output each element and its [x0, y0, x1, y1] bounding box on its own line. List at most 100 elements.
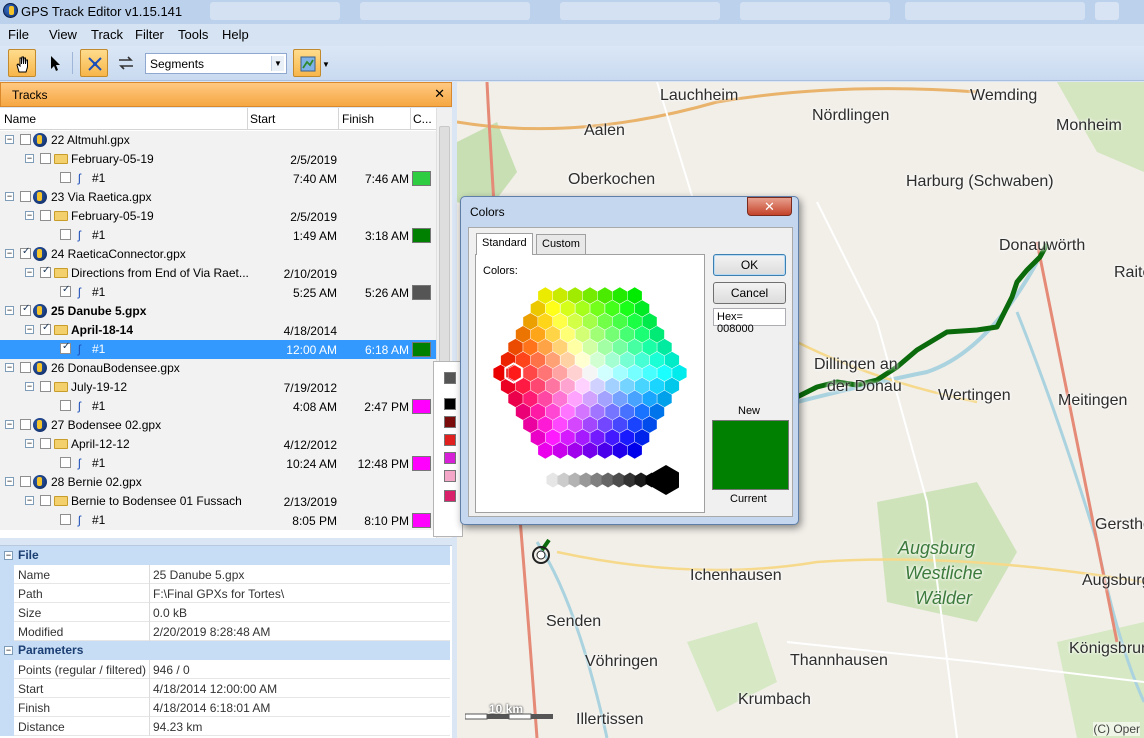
visibility-checkbox[interactable] — [40, 322, 51, 335]
color-swatch[interactable] — [444, 434, 456, 446]
color-cell[interactable] — [567, 416, 583, 433]
color-cell[interactable] — [627, 390, 642, 408]
tab-custom[interactable]: Custom — [536, 234, 586, 254]
color-cell[interactable] — [582, 287, 598, 304]
track-segment-row[interactable]: ʃ #1 1:49 AM 3:18 AM — [0, 226, 436, 245]
track-segment-row[interactable]: ʃ #1 7:40 AM 7:46 AM — [0, 169, 436, 188]
column-header-name[interactable]: Name — [4, 112, 36, 126]
collapse-icon[interactable]: − — [5, 306, 14, 315]
collapse-icon[interactable]: − — [25, 268, 34, 277]
color-cell[interactable] — [590, 403, 605, 420]
color-cell[interactable] — [612, 390, 627, 408]
color-cell[interactable] — [634, 429, 650, 446]
color-cell[interactable] — [642, 313, 657, 330]
color-cell[interactable] — [590, 300, 605, 317]
visibility-checkbox[interactable] — [20, 303, 31, 316]
color-cell[interactable] — [545, 351, 560, 369]
visibility-checkbox[interactable] — [20, 476, 31, 487]
color-cell[interactable] — [597, 364, 613, 382]
color-cell[interactable] — [634, 300, 650, 317]
color-cell[interactable] — [590, 351, 605, 369]
color-cell[interactable] — [567, 313, 583, 330]
color-cell[interactable] — [590, 326, 605, 343]
map-tool-button[interactable] — [293, 49, 321, 77]
swap-tool-button[interactable] — [112, 49, 140, 77]
color-cell[interactable] — [634, 403, 650, 420]
collapse-icon[interactable]: − — [4, 551, 13, 560]
color-cell[interactable] — [605, 377, 620, 395]
collapse-icon[interactable]: − — [25, 382, 34, 391]
collapse-icon[interactable]: − — [25, 325, 34, 334]
color-cell[interactable] — [605, 429, 620, 446]
visibility-checkbox[interactable] — [60, 229, 71, 240]
color-cell[interactable] — [672, 364, 687, 382]
track-day-row[interactable]: − April-18-14 4/18/2014 — [0, 321, 436, 340]
visibility-checkbox[interactable] — [40, 153, 51, 164]
visibility-checkbox[interactable] — [40, 265, 51, 278]
visibility-checkbox[interactable] — [60, 514, 71, 525]
color-cell[interactable] — [553, 390, 568, 408]
color-swatch[interactable] — [444, 490, 456, 502]
color-cell[interactable] — [642, 416, 657, 433]
color-cell[interactable] — [575, 429, 590, 446]
property-row[interactable]: Modified 2/20/2019 8:28:48 AM — [0, 622, 450, 641]
track-color-swatch[interactable] — [412, 513, 431, 528]
color-cell[interactable] — [620, 300, 635, 317]
track-segment-row[interactable]: ʃ #1 12:00 AM 6:18 AM — [0, 340, 436, 359]
color-cell[interactable] — [597, 287, 613, 304]
color-cell[interactable] — [530, 403, 546, 420]
color-cell[interactable] — [649, 326, 665, 343]
color-swatch[interactable] — [444, 398, 456, 410]
track-day-row[interactable]: − February-05-19 2/5/2019 — [0, 150, 436, 169]
collapse-icon[interactable]: − — [5, 192, 14, 201]
color-cell[interactable] — [597, 416, 613, 433]
track-file-row[interactable]: − 26 DonauBodensee.gpx — [0, 359, 436, 378]
visibility-checkbox[interactable] — [40, 438, 51, 449]
color-cell[interactable] — [649, 403, 665, 420]
color-cell[interactable] — [575, 300, 590, 317]
close-icon[interactable]: ✕ — [434, 86, 445, 102]
color-cell[interactable] — [620, 429, 635, 446]
color-cell[interactable] — [538, 313, 553, 330]
color-cell[interactable] — [634, 326, 650, 343]
color-cell[interactable] — [545, 326, 560, 343]
color-cell[interactable] — [538, 442, 553, 459]
color-cell[interactable] — [620, 377, 635, 395]
color-cell[interactable] — [627, 287, 642, 304]
color-cell[interactable] — [597, 338, 613, 356]
color-cell[interactable] — [605, 300, 620, 317]
visibility-checkbox[interactable] — [20, 134, 31, 145]
color-cell[interactable] — [508, 338, 523, 356]
track-color-swatch[interactable] — [412, 171, 431, 186]
color-cell[interactable] — [530, 429, 546, 446]
color-cell[interactable] — [642, 364, 657, 382]
color-cell[interactable] — [634, 377, 650, 395]
property-row[interactable]: Points (regular / filtered) 946 / 0 — [0, 660, 450, 679]
visibility-checkbox[interactable] — [20, 191, 31, 202]
menu-tools[interactable]: Tools — [178, 27, 208, 42]
property-row[interactable]: Name 25 Danube 5.gpx — [0, 565, 450, 584]
color-swatch[interactable] — [444, 470, 456, 482]
track-file-row[interactable]: − 27 Bodensee 02.gpx — [0, 416, 436, 435]
color-cell[interactable] — [553, 338, 568, 356]
track-day-row[interactable]: − Bernie to Bodensee 01 Fussach 2/13/2019 — [0, 492, 436, 511]
visibility-checkbox[interactable] — [60, 457, 71, 468]
color-cell[interactable] — [582, 313, 598, 330]
cancel-button[interactable]: Cancel — [713, 282, 786, 304]
track-color-swatch[interactable] — [412, 456, 431, 471]
color-cell[interactable] — [590, 377, 605, 395]
collapse-icon[interactable]: − — [5, 420, 14, 429]
color-cell[interactable] — [553, 416, 568, 433]
chevron-down-icon[interactable]: ▼ — [271, 56, 284, 71]
color-cell[interactable] — [575, 351, 590, 369]
track-file-row[interactable]: − 28 Bernie 02.gpx — [0, 473, 436, 492]
color-cell[interactable] — [553, 313, 568, 330]
color-cell[interactable] — [545, 429, 560, 446]
track-color-swatch[interactable] — [412, 285, 431, 300]
color-cell[interactable] — [582, 390, 598, 408]
color-cell[interactable] — [627, 442, 642, 459]
track-file-row[interactable]: − 22 Altmuhl.gpx — [0, 131, 436, 150]
property-row[interactable]: Size 0.0 kB — [0, 603, 450, 622]
visibility-checkbox[interactable] — [60, 172, 71, 183]
scrollbar-thumb[interactable] — [439, 126, 450, 386]
